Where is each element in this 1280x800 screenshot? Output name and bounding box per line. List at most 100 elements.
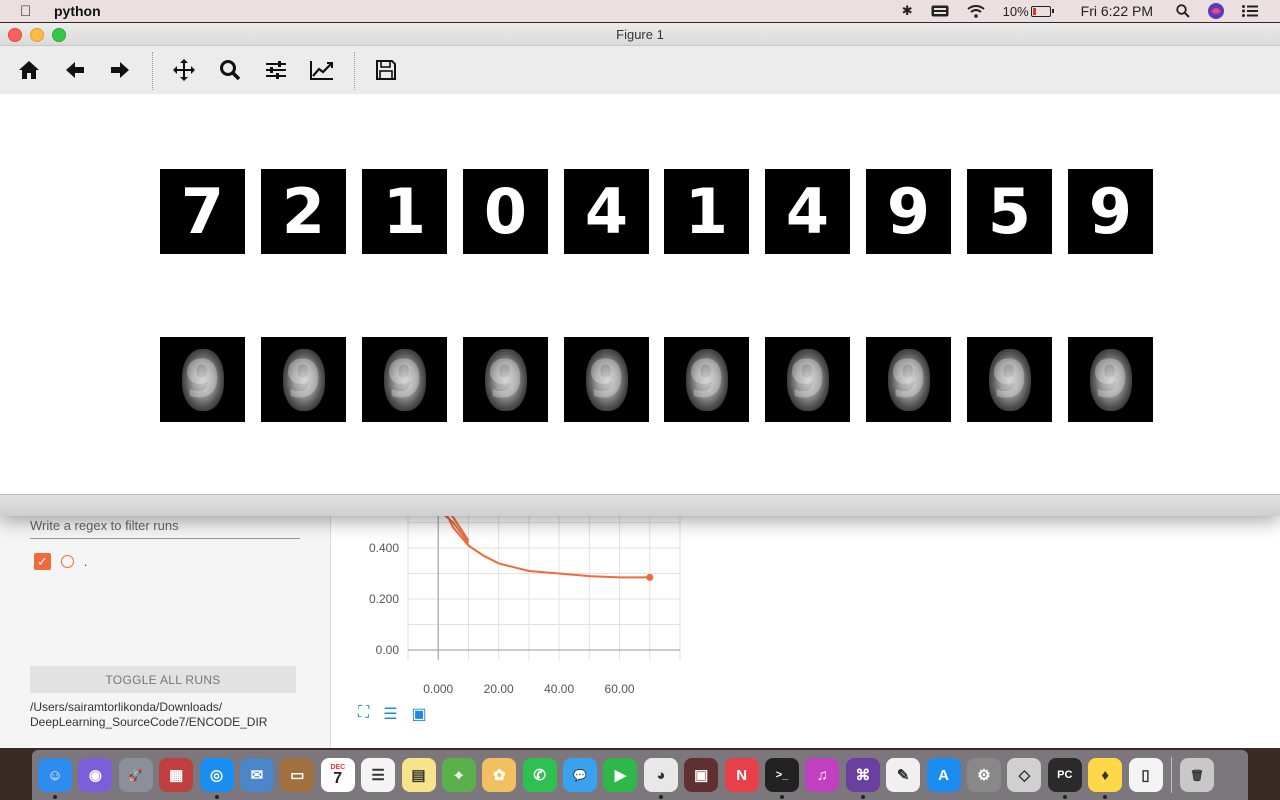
siri-icon[interactable]	[1208, 3, 1224, 19]
dock-github-icon[interactable]: ⌘	[845, 758, 880, 799]
dock-whatsapp-icon[interactable]: ✆	[522, 758, 557, 792]
toolbar-separator	[152, 52, 153, 90]
original-digit-image: 9	[866, 169, 951, 254]
digit-label: 9	[285, 349, 322, 410]
dock-facetime-icon[interactable]: ▶	[603, 758, 638, 792]
digit-label: 9	[688, 349, 725, 410]
digit-label: 9	[487, 349, 524, 410]
x-tick-label: 0.000	[423, 682, 453, 696]
logdir-line2: DeepLearning_SourceCode7/ENCODE_DIR	[30, 715, 268, 729]
apple-icon[interactable]: 	[20, 3, 38, 20]
dock-maps-icon[interactable]: ⌖	[441, 758, 476, 792]
reconstructed-digit-image: 9	[967, 337, 1052, 422]
dock-notes-icon[interactable]: ▤	[401, 758, 436, 792]
digit-label: 9	[1092, 349, 1129, 410]
run-row[interactable]: ✓ .	[34, 553, 87, 570]
calendar-day: 7	[333, 769, 343, 787]
dock-python-launcher-icon[interactable]: ♦	[1088, 758, 1123, 799]
dock-system-preferences-icon[interactable]: ⚙	[966, 758, 1001, 792]
dock-calendar-icon[interactable]: DEC 7	[320, 758, 355, 792]
original-digit-image: 2	[261, 169, 346, 254]
dock-photo-booth-icon[interactable]: ▦	[159, 758, 194, 792]
dock-photos-icon[interactable]: ✿	[482, 758, 517, 792]
dock-app-store-icon[interactable]: A	[926, 758, 961, 792]
dock-itunes-icon[interactable]: ♫	[805, 758, 840, 792]
dock-separator	[1170, 757, 1172, 793]
dock-siri-icon[interactable]: ◉	[78, 758, 113, 792]
edit-axis-icon[interactable]	[307, 55, 337, 85]
menu-bar:  python ✱ 10% Fri 6:22 PM	[0, 0, 1280, 22]
dock-mail-icon[interactable]: ✉	[239, 758, 274, 792]
digit-label: 9	[789, 349, 826, 410]
close-icon[interactable]	[8, 28, 22, 42]
forward-icon[interactable]	[105, 55, 135, 85]
dock-pycharm-icon[interactable]: PC	[1047, 758, 1082, 799]
dock-trash-icon[interactable]: 🗑	[1179, 758, 1214, 792]
regex-filter-input[interactable]	[30, 512, 300, 539]
fit-domain-icon[interactable]: ▣	[412, 704, 427, 724]
save-icon[interactable]	[371, 55, 401, 85]
figure-canvas[interactable]: 72104149599999999999	[0, 94, 1280, 494]
reconstructed-digit-image: 9	[866, 337, 951, 422]
dock-news-icon[interactable]: N	[724, 758, 759, 792]
dock-terminal-icon[interactable]: >_	[765, 758, 800, 799]
digit-label: 9	[886, 175, 931, 248]
toggle-log-scale-icon[interactable]: ☰	[383, 704, 397, 724]
original-digit-image: 0	[463, 169, 548, 254]
run-color-icon[interactable]	[61, 555, 74, 568]
zoom-icon[interactable]	[215, 55, 245, 85]
original-digit-image: 1	[664, 169, 749, 254]
dock-launchpad-icon[interactable]: 🚀	[118, 758, 153, 792]
dock-photo-booth-2-icon[interactable]: ▣	[684, 758, 719, 792]
reconstructed-digit-image: 9	[765, 337, 850, 422]
original-digit-image: 5	[967, 169, 1052, 254]
running-indicator	[658, 795, 663, 799]
back-icon[interactable]	[60, 55, 90, 85]
toggle-all-runs-button[interactable]: TOGGLE ALL RUNS	[30, 666, 296, 693]
digit-label: 0	[483, 175, 528, 248]
dock-reminders-icon[interactable]: ☰	[361, 758, 396, 792]
dock-messages-icon[interactable]: 💬	[563, 758, 598, 792]
last-point-marker	[646, 573, 654, 581]
reconstructed-digit-image: 9	[463, 337, 548, 422]
digit-label: 7	[180, 175, 225, 248]
dock-finder-icon[interactable]: ☺	[38, 758, 72, 799]
digit-label: 9	[1088, 175, 1133, 248]
original-digit-image: 1	[362, 169, 447, 254]
digit-label: 9	[588, 349, 625, 410]
bluetooth-icon[interactable]: ✱	[902, 3, 913, 19]
configure-subplots-icon[interactable]	[261, 55, 291, 85]
window-title: Figure 1	[616, 26, 664, 42]
running-indicator	[860, 795, 865, 799]
digit-label: 4	[785, 175, 830, 248]
original-digit-image: 4	[564, 169, 649, 254]
clock[interactable]: Fri 6:22 PM	[1081, 3, 1153, 19]
run-name: .	[84, 554, 88, 569]
checkbox-icon[interactable]: ✓	[34, 553, 51, 570]
dock-chrome-icon[interactable]: ◕	[643, 758, 678, 799]
fullscreen-icon[interactable]: ⛶	[358, 704, 369, 724]
dock-pixelmator-icon[interactable]: ◇	[1007, 758, 1042, 792]
digit-label: 9	[991, 349, 1028, 410]
window-titlebar[interactable]: Figure 1	[0, 23, 1280, 46]
dock-textedit-icon[interactable]: ✎	[886, 758, 921, 792]
battery-icon[interactable]	[1030, 5, 1054, 17]
minimize-icon[interactable]	[30, 28, 44, 42]
original-digit-image: 9	[1068, 169, 1153, 254]
zoom-window-icon[interactable]	[52, 28, 66, 42]
app-name-menu[interactable]: python	[54, 3, 101, 19]
wifi-icon[interactable]	[967, 4, 985, 18]
x-tick-label: 60.00	[605, 682, 635, 696]
spotlight-icon[interactable]	[1176, 4, 1190, 18]
digit-label: 1	[684, 175, 729, 248]
battery-percent: 10%	[1002, 3, 1029, 19]
dock-document-icon[interactable]: ▯	[1128, 758, 1163, 792]
dock: ☺ ◉ 🚀 ▦ ◎ ✉ ▭ DEC 7 ☰ ▤ ⌖ ✿ ✆ 💬 ▶ ◕ ▣ N >_ ♫ ⌘ ✎ A ⚙ ◇ PC ♦ ▯ 🗑	[32, 750, 1248, 800]
home-icon[interactable]	[14, 55, 44, 85]
notification-center-icon[interactable]	[1242, 5, 1258, 17]
reconstructed-digit-image: 9	[1068, 337, 1153, 422]
dock-notes-book-icon[interactable]: ▭	[280, 758, 315, 792]
keyboard-icon[interactable]	[931, 5, 949, 17]
pan-icon[interactable]	[169, 55, 199, 85]
dock-safari-icon[interactable]: ◎	[199, 758, 234, 799]
